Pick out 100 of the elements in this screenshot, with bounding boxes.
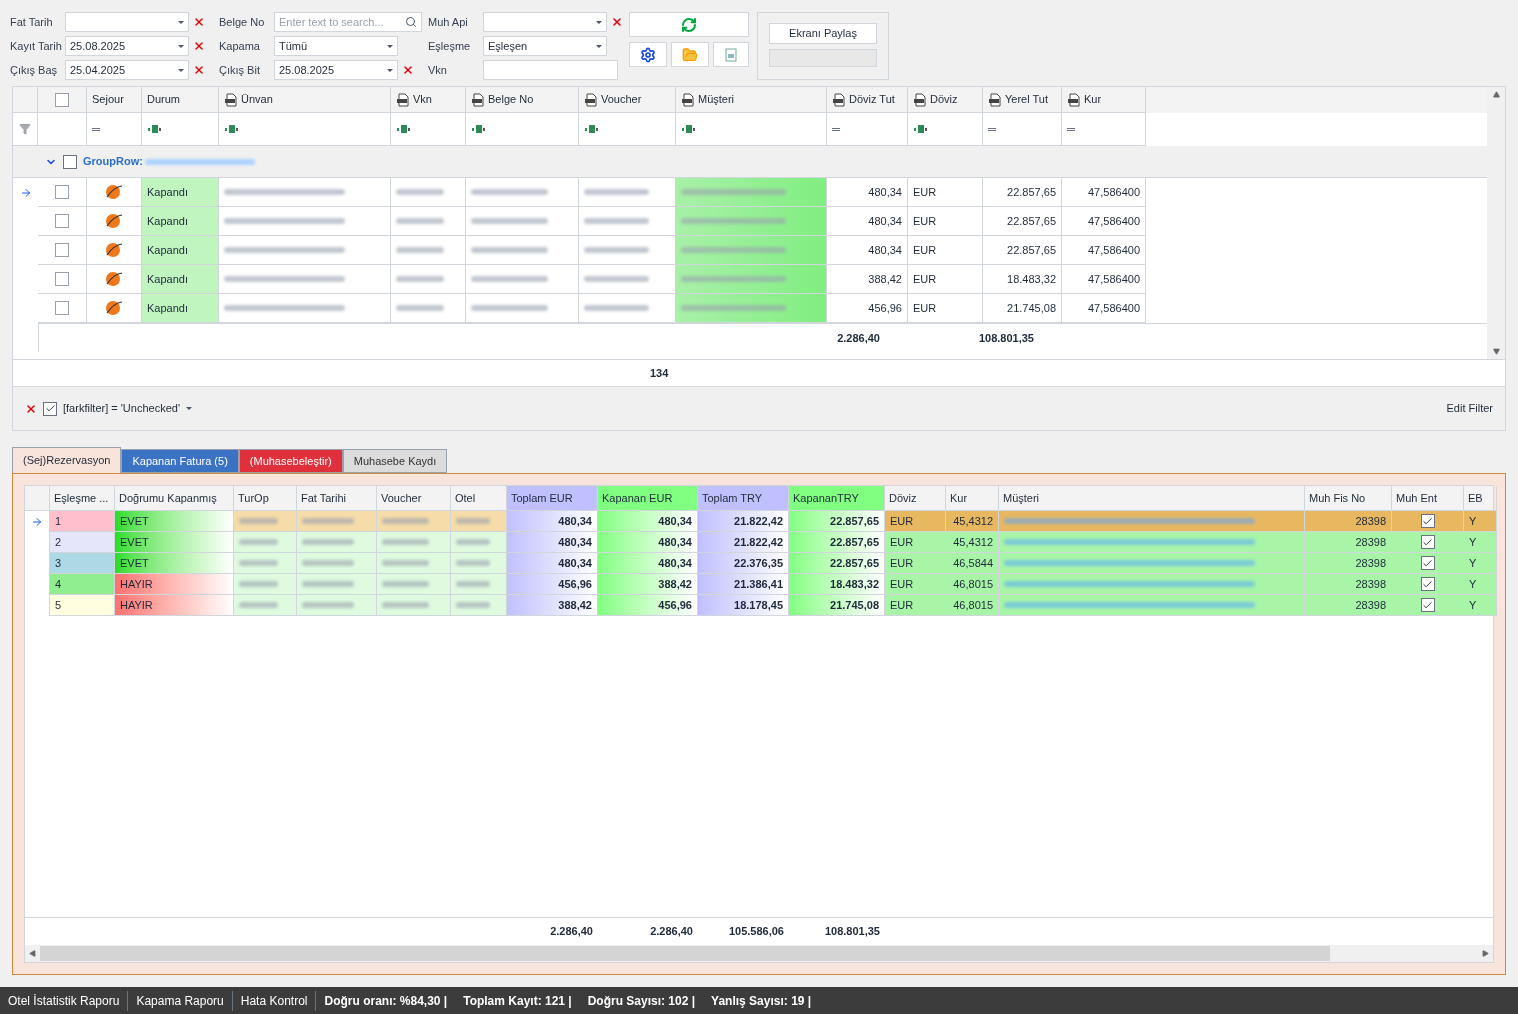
ball-icon (104, 241, 124, 259)
column-header[interactable]: Durum (142, 87, 219, 113)
scroll-thumb[interactable] (40, 946, 1330, 961)
equals-icon (832, 127, 840, 131)
combo-field[interactable]: Eşleşen (483, 36, 607, 56)
table-cell: 45,4312 (946, 511, 999, 532)
record-count: 134 (650, 365, 669, 381)
scroll-up-icon[interactable] (1492, 91, 1500, 98)
document-icon (471, 92, 485, 107)
footer-total: 2.286,40 (836, 330, 881, 346)
column-header[interactable]: Ünvan (219, 87, 391, 113)
blurred-text (239, 539, 278, 545)
field-label: Kayıt Tarih (10, 38, 63, 54)
spreadsheet-button[interactable] (713, 42, 749, 67)
blurred-text (396, 189, 444, 195)
combo-field[interactable] (65, 12, 189, 32)
checkbox[interactable] (55, 214, 69, 228)
blurred-text (584, 247, 649, 253)
checkbox[interactable] (55, 272, 69, 286)
table-cell: 388,42 (598, 574, 698, 595)
checkbox[interactable] (1420, 535, 1435, 549)
blurred-text (382, 539, 430, 545)
table-cell: 4 (50, 574, 115, 595)
combo-field[interactable]: 25.04.2025 (65, 60, 189, 80)
footer-total: 105.586,06 (727, 924, 785, 940)
table-cell: 3 (50, 553, 115, 574)
tab[interactable]: (Muhasebeleştir) (238, 449, 343, 473)
checkbox[interactable] (63, 154, 77, 169)
tab[interactable]: Kapanan Fatura (5) (121, 449, 239, 473)
status-stat: Doğru oranı: %84,30 | (323, 992, 449, 1010)
column-header[interactable]: KapananTRY (789, 486, 885, 511)
scroll-right-icon[interactable] (1482, 950, 1489, 957)
blurred-text (302, 560, 354, 566)
field-label: Çıkış Bit (219, 62, 261, 78)
checkbox[interactable] (1420, 556, 1435, 570)
report-link[interactable]: Kapama Raporu (128, 990, 233, 1011)
clear-icon[interactable] (402, 64, 414, 76)
group-row[interactable]: GroupRow: (13, 146, 1487, 178)
refresh-button[interactable] (629, 12, 749, 37)
report-link[interactable]: Hata Kontrol (232, 990, 317, 1011)
close-icon[interactable] (25, 402, 37, 415)
checkbox[interactable] (55, 243, 69, 257)
column-header[interactable]: Voucher (579, 87, 676, 113)
combo-field[interactable]: Tümü (274, 36, 398, 56)
table-cell: 480,34 (598, 553, 698, 574)
blurred-text (239, 581, 278, 587)
table-cell: 480,34 (507, 553, 598, 574)
clear-icon[interactable] (193, 40, 205, 52)
blurred-text (382, 581, 430, 587)
footer-total: 2.286,40 (649, 924, 694, 940)
checkbox[interactable] (55, 185, 69, 199)
blurred-text (584, 189, 649, 195)
column-header[interactable]: Kapanan EUR (598, 486, 698, 511)
combo-field[interactable]: 25.08.2025 (65, 36, 189, 56)
caret-icon (387, 68, 393, 72)
report-link[interactable]: Otel İstatistik Raporu (0, 990, 129, 1011)
settings-icon (640, 46, 656, 63)
blurred-text (302, 602, 354, 608)
column-header[interactable]: Belge No (466, 87, 579, 113)
share-button[interactable]: Ekranı Paylaş (769, 23, 877, 44)
table-cell: 21.822,42 (698, 532, 789, 553)
combo-field[interactable] (483, 12, 607, 32)
scroll-left-icon[interactable] (29, 950, 36, 957)
column-header[interactable]: Müşteri (676, 87, 827, 113)
checkbox[interactable] (55, 301, 69, 315)
column-header[interactable]: Sejour (87, 87, 142, 113)
table-cell: EUR (908, 207, 983, 236)
column-header[interactable]: Yerel Tut (983, 87, 1062, 113)
tab[interactable]: Muhasebe Kaydı (342, 449, 448, 473)
table-cell: 47,586400 (1062, 265, 1146, 294)
checkbox[interactable] (43, 401, 57, 416)
equals-icon (988, 127, 996, 131)
settings-button[interactable] (629, 42, 667, 67)
table-cell: EUR (885, 574, 946, 595)
checkbox[interactable] (1420, 577, 1435, 591)
table-cell: 45,4312 (946, 532, 999, 553)
column-header[interactable]: Kur (1062, 87, 1146, 113)
checkbox[interactable] (1420, 598, 1435, 612)
column-header[interactable]: Vkn (391, 87, 466, 113)
blurred-text (396, 218, 444, 224)
clear-icon[interactable] (193, 16, 205, 28)
horizontal-scrollbar[interactable] (25, 945, 1493, 962)
tab[interactable]: (Sej)Rezervasyon (12, 447, 122, 473)
column-header[interactable]: Döviz Tut (827, 87, 908, 113)
scroll-down-icon[interactable] (1492, 348, 1500, 355)
text-field[interactable] (483, 60, 618, 80)
blurred-text (456, 539, 490, 545)
edit-filter-link[interactable]: Edit Filter (1446, 400, 1493, 417)
field-label: Eşleşme (428, 38, 472, 54)
equals-icon (92, 127, 100, 131)
clear-icon[interactable] (611, 16, 623, 28)
combo-field[interactable]: 25.08.2025 (274, 60, 398, 80)
checkbox[interactable] (55, 92, 69, 107)
clear-icon[interactable] (193, 64, 205, 76)
column-header[interactable]: Toplam EUR (507, 486, 598, 511)
vertical-scrollbar[interactable] (1487, 87, 1505, 359)
column-header[interactable]: Toplam TRY (698, 486, 789, 511)
filter-expression[interactable]: [farkfilter] = 'Unchecked' (63, 400, 180, 417)
column-header[interactable]: Döviz (908, 87, 983, 113)
checkbox[interactable] (1420, 514, 1435, 528)
